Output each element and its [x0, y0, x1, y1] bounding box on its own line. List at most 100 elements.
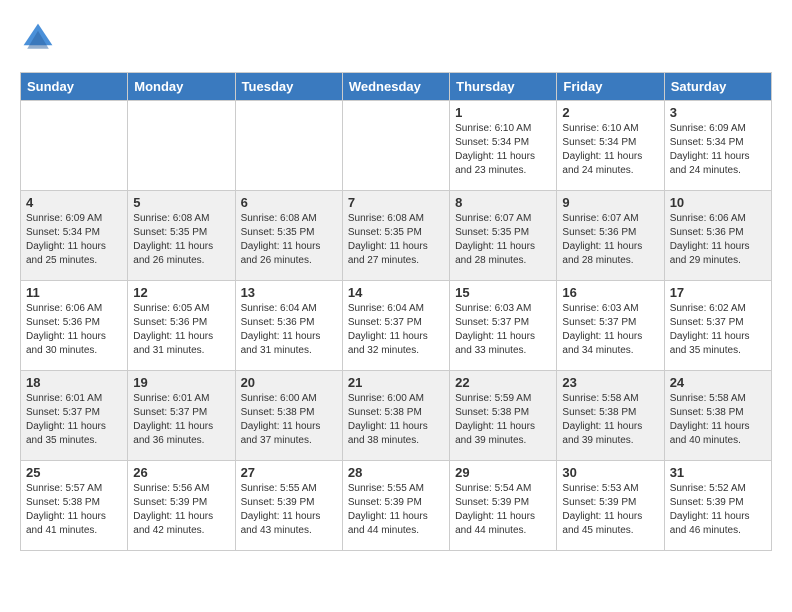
day-info: Sunrise: 6:06 AM Sunset: 5:36 PM Dayligh…: [670, 212, 766, 268]
day-info: Sunrise: 5:58 AM Sunset: 5:38 PM Dayligh…: [562, 392, 658, 448]
calendar-cell: 6 Sunrise: 6:08 AM Sunset: 5:35 PM Daylig…: [235, 191, 342, 281]
day-number: 29: [455, 465, 551, 480]
day-info: Sunrise: 6:07 AM Sunset: 5:36 PM Dayligh…: [562, 212, 658, 268]
day-number: 6: [241, 195, 337, 210]
calendar-cell: 20 Sunrise: 6:00 AM Sunset: 5:38 PM Dayli…: [235, 371, 342, 461]
col-header-thursday: Thursday: [450, 73, 557, 101]
day-info: Sunrise: 6:00 AM Sunset: 5:38 PM Dayligh…: [241, 392, 337, 448]
calendar-cell: [21, 101, 128, 191]
col-header-sunday: Sunday: [21, 73, 128, 101]
day-info: Sunrise: 6:05 AM Sunset: 5:36 PM Dayligh…: [133, 302, 229, 358]
calendar-cell: 2 Sunrise: 6:10 AM Sunset: 5:34 PM Daylig…: [557, 101, 664, 191]
day-info: Sunrise: 5:57 AM Sunset: 5:38 PM Dayligh…: [26, 482, 122, 538]
day-info: Sunrise: 6:10 AM Sunset: 5:34 PM Dayligh…: [562, 122, 658, 178]
calendar-cell: 25 Sunrise: 5:57 AM Sunset: 5:38 PM Dayli…: [21, 461, 128, 551]
day-number: 8: [455, 195, 551, 210]
day-number: 18: [26, 375, 122, 390]
day-number: 20: [241, 375, 337, 390]
calendar-table: SundayMondayTuesdayWednesdayThursdayFrid…: [20, 72, 772, 551]
day-info: Sunrise: 6:06 AM Sunset: 5:36 PM Dayligh…: [26, 302, 122, 358]
calendar-cell: 26 Sunrise: 5:56 AM Sunset: 5:39 PM Dayli…: [128, 461, 235, 551]
day-info: Sunrise: 6:04 AM Sunset: 5:36 PM Dayligh…: [241, 302, 337, 358]
calendar-cell: [128, 101, 235, 191]
calendar-cell: 18 Sunrise: 6:01 AM Sunset: 5:37 PM Dayli…: [21, 371, 128, 461]
calendar-cell: 12 Sunrise: 6:05 AM Sunset: 5:36 PM Dayli…: [128, 281, 235, 371]
day-number: 30: [562, 465, 658, 480]
day-number: 14: [348, 285, 444, 300]
day-number: 17: [670, 285, 766, 300]
calendar-cell: 14 Sunrise: 6:04 AM Sunset: 5:37 PM Dayli…: [342, 281, 449, 371]
day-number: 15: [455, 285, 551, 300]
day-number: 26: [133, 465, 229, 480]
calendar-cell: 13 Sunrise: 6:04 AM Sunset: 5:36 PM Dayli…: [235, 281, 342, 371]
day-number: 24: [670, 375, 766, 390]
calendar-cell: 19Sunrise: 6:01 AM Sunset: 5:37 PM Dayli…: [128, 371, 235, 461]
calendar-week-row: 25 Sunrise: 5:57 AM Sunset: 5:38 PM Dayli…: [21, 461, 772, 551]
calendar-cell: 7 Sunrise: 6:08 AM Sunset: 5:35 PM Daylig…: [342, 191, 449, 281]
day-number: 10: [670, 195, 766, 210]
calendar-cell: 27 Sunrise: 5:55 AM Sunset: 5:39 PM Dayli…: [235, 461, 342, 551]
day-number: 11: [26, 285, 122, 300]
day-info: Sunrise: 6:01 AM Sunset: 5:37 PM Dayligh…: [133, 392, 229, 448]
calendar-cell: 16Sunrise: 6:03 AM Sunset: 5:37 PM Dayli…: [557, 281, 664, 371]
day-number: 9: [562, 195, 658, 210]
day-info: Sunrise: 6:10 AM Sunset: 5:34 PM Dayligh…: [455, 122, 551, 178]
day-info: Sunrise: 6:04 AM Sunset: 5:37 PM Dayligh…: [348, 302, 444, 358]
day-number: 28: [348, 465, 444, 480]
day-number: 7: [348, 195, 444, 210]
day-number: 23: [562, 375, 658, 390]
day-number: 5: [133, 195, 229, 210]
day-info: Sunrise: 6:00 AM Sunset: 5:38 PM Dayligh…: [348, 392, 444, 448]
day-info: Sunrise: 6:03 AM Sunset: 5:37 PM Dayligh…: [455, 302, 551, 358]
day-info: Sunrise: 5:56 AM Sunset: 5:39 PM Dayligh…: [133, 482, 229, 538]
calendar-cell: 3 Sunrise: 6:09 AM Sunset: 5:34 PM Daylig…: [664, 101, 771, 191]
day-info: Sunrise: 6:09 AM Sunset: 5:34 PM Dayligh…: [670, 122, 766, 178]
day-number: 16: [562, 285, 658, 300]
calendar-cell: 4Sunrise: 6:09 AM Sunset: 5:34 PM Daylig…: [21, 191, 128, 281]
day-info: Sunrise: 5:55 AM Sunset: 5:39 PM Dayligh…: [348, 482, 444, 538]
calendar-week-row: 18 Sunrise: 6:01 AM Sunset: 5:37 PM Dayli…: [21, 371, 772, 461]
col-header-tuesday: Tuesday: [235, 73, 342, 101]
day-info: Sunrise: 6:01 AM Sunset: 5:37 PM Dayligh…: [26, 392, 122, 448]
calendar-cell: 5 Sunrise: 6:08 AM Sunset: 5:35 PM Daylig…: [128, 191, 235, 281]
calendar-cell: 17 Sunrise: 6:02 AM Sunset: 5:37 PM Dayli…: [664, 281, 771, 371]
day-number: 21: [348, 375, 444, 390]
day-number: 1: [455, 105, 551, 120]
col-header-wednesday: Wednesday: [342, 73, 449, 101]
day-info: Sunrise: 6:07 AM Sunset: 5:35 PM Dayligh…: [455, 212, 551, 268]
calendar-cell: 31Sunrise: 5:52 AM Sunset: 5:39 PM Dayli…: [664, 461, 771, 551]
day-info: Sunrise: 5:54 AM Sunset: 5:39 PM Dayligh…: [455, 482, 551, 538]
calendar-cell: 15 Sunrise: 6:03 AM Sunset: 5:37 PM Dayli…: [450, 281, 557, 371]
col-header-monday: Monday: [128, 73, 235, 101]
calendar-cell: 21 Sunrise: 6:00 AM Sunset: 5:38 PM Dayli…: [342, 371, 449, 461]
day-info: Sunrise: 5:59 AM Sunset: 5:38 PM Dayligh…: [455, 392, 551, 448]
day-info: Sunrise: 6:08 AM Sunset: 5:35 PM Dayligh…: [348, 212, 444, 268]
day-info: Sunrise: 6:02 AM Sunset: 5:37 PM Dayligh…: [670, 302, 766, 358]
page-header: [20, 20, 772, 56]
day-info: Sunrise: 6:08 AM Sunset: 5:35 PM Dayligh…: [133, 212, 229, 268]
day-number: 25: [26, 465, 122, 480]
calendar-cell: 28 Sunrise: 5:55 AM Sunset: 5:39 PM Dayli…: [342, 461, 449, 551]
calendar-cell: 9 Sunrise: 6:07 AM Sunset: 5:36 PM Daylig…: [557, 191, 664, 281]
day-number: 12: [133, 285, 229, 300]
day-info: Sunrise: 6:08 AM Sunset: 5:35 PM Dayligh…: [241, 212, 337, 268]
day-number: 3: [670, 105, 766, 120]
day-info: Sunrise: 5:53 AM Sunset: 5:39 PM Dayligh…: [562, 482, 658, 538]
day-number: 2: [562, 105, 658, 120]
col-header-friday: Friday: [557, 73, 664, 101]
calendar-week-row: 11 Sunrise: 6:06 AM Sunset: 5:36 PM Dayli…: [21, 281, 772, 371]
day-number: 27: [241, 465, 337, 480]
calendar-cell: 10 Sunrise: 6:06 AM Sunset: 5:36 PM Dayli…: [664, 191, 771, 281]
calendar-cell: 11 Sunrise: 6:06 AM Sunset: 5:36 PM Dayli…: [21, 281, 128, 371]
calendar-week-row: 4Sunrise: 6:09 AM Sunset: 5:34 PM Daylig…: [21, 191, 772, 281]
calendar-cell: 29 Sunrise: 5:54 AM Sunset: 5:39 PM Dayli…: [450, 461, 557, 551]
day-number: 4: [26, 195, 122, 210]
logo-icon: [20, 20, 56, 56]
logo: [20, 20, 62, 56]
day-info: Sunrise: 5:55 AM Sunset: 5:39 PM Dayligh…: [241, 482, 337, 538]
calendar-cell: [342, 101, 449, 191]
day-number: 13: [241, 285, 337, 300]
calendar-cell: 1 Sunrise: 6:10 AM Sunset: 5:34 PM Daylig…: [450, 101, 557, 191]
col-header-saturday: Saturday: [664, 73, 771, 101]
day-info: Sunrise: 5:58 AM Sunset: 5:38 PM Dayligh…: [670, 392, 766, 448]
